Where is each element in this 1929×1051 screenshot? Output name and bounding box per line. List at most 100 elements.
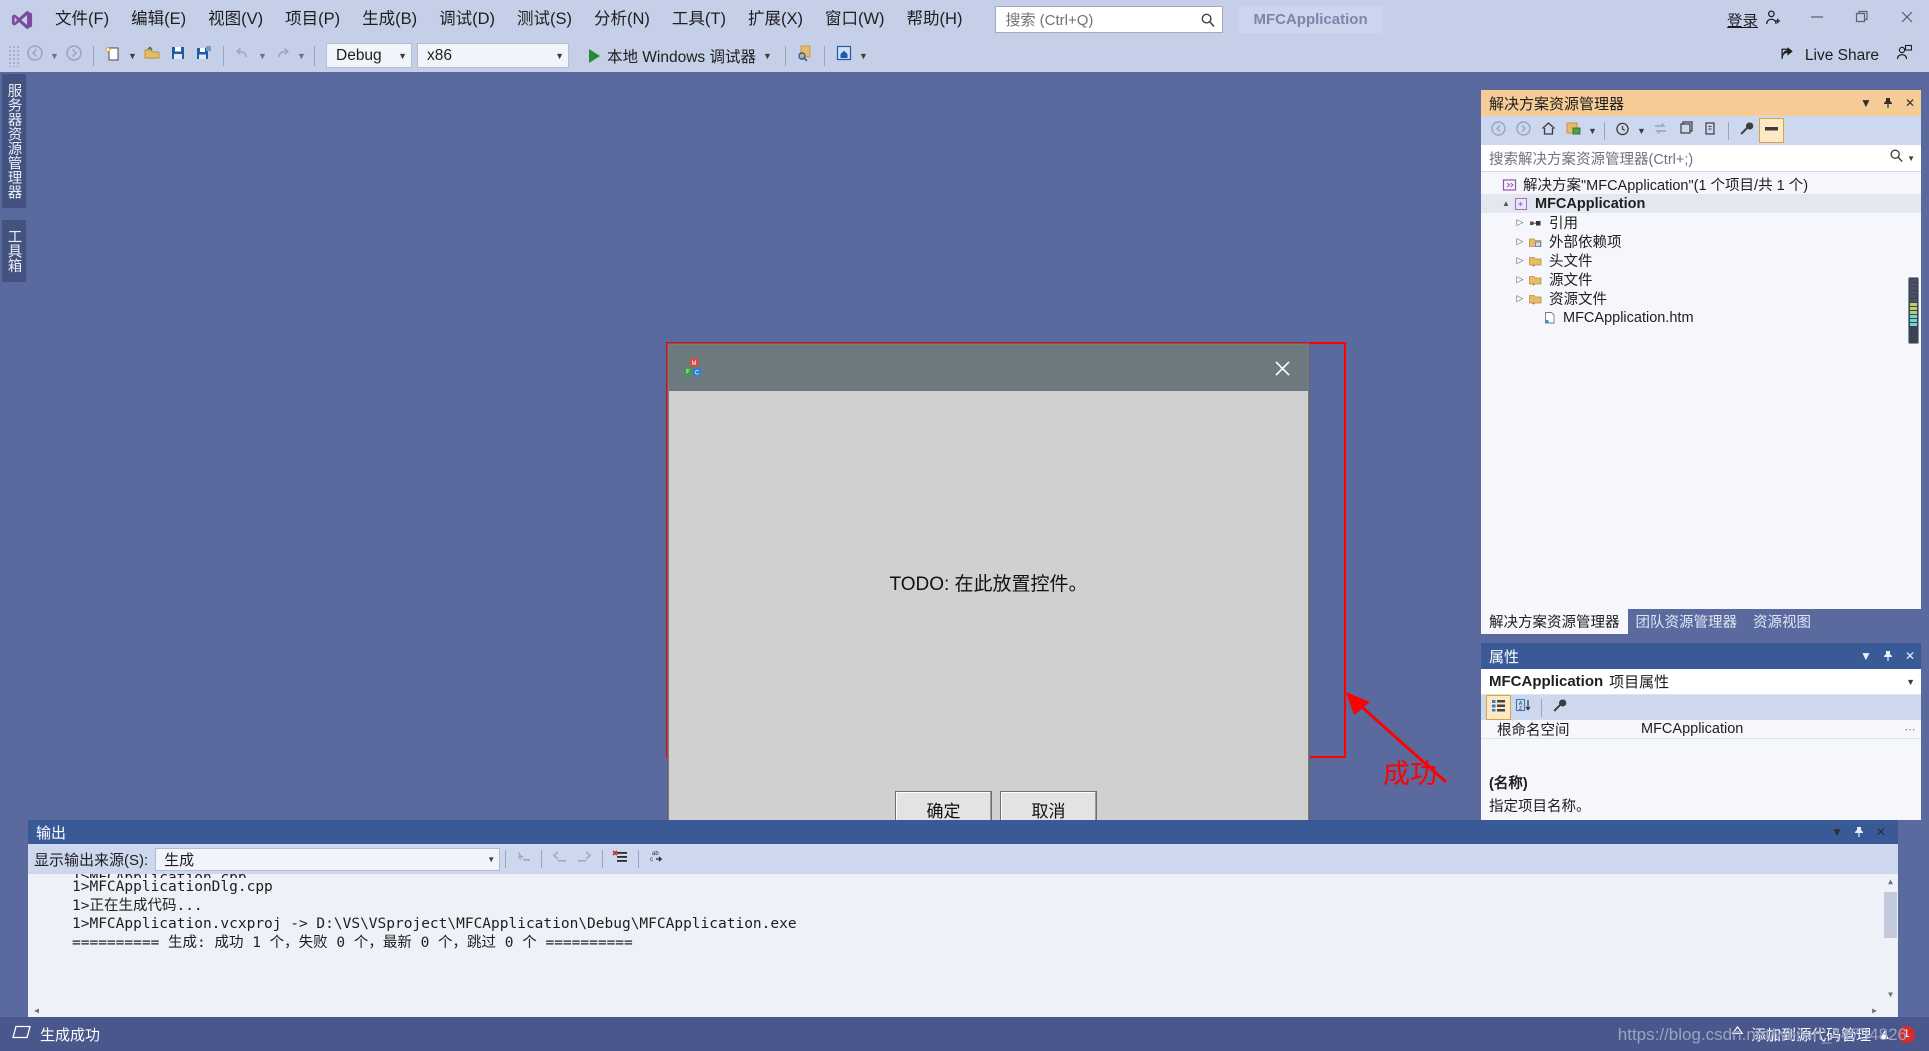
restore-button[interactable] <box>1839 0 1884 39</box>
output-vertical-scrollbar[interactable]: ▲ ▼ <box>1883 874 1898 1003</box>
tree-row-htm-file[interactable]: MFCApplication.htm <box>1481 308 1921 327</box>
toggle-word-wrap-button[interactable]: ab c <box>644 847 669 872</box>
pin-icon[interactable] <box>1877 643 1899 669</box>
menu-item-extensions[interactable]: 扩展(X) <box>737 0 814 39</box>
notifications-expander-icon[interactable]: ▲ <box>1877 1026 1892 1043</box>
tree-row-header-files[interactable]: ▷ 头文件 <box>1481 251 1921 270</box>
menu-item-analyze[interactable]: 分析(N) <box>583 0 661 39</box>
menu-item-project[interactable]: 项目(P) <box>274 0 351 39</box>
tree-twisty[interactable]: ▷ <box>1513 274 1527 285</box>
chevron-down-icon[interactable]: ▼ <box>1855 643 1877 669</box>
tree-row-references[interactable]: ▷ 引用 <box>1481 213 1921 232</box>
sign-in-button[interactable]: 登录 <box>1715 0 1794 39</box>
forward-button[interactable] <box>1511 118 1536 143</box>
menu-item-edit[interactable]: 编辑(E) <box>120 0 197 39</box>
save-button[interactable] <box>165 43 191 69</box>
solution-explorer-search-input[interactable]: 搜索解决方案资源管理器(Ctrl+;) ▼ <box>1481 145 1921 172</box>
menu-item-test[interactable]: 测试(S) <box>506 0 583 39</box>
pending-changes-button[interactable] <box>1561 118 1586 143</box>
menu-item-help[interactable]: 帮助(H) <box>896 0 974 39</box>
pending-history-button[interactable] <box>1610 118 1635 143</box>
clear-all-button[interactable] <box>608 847 633 872</box>
tree-twisty[interactable]: ▲ <box>1499 199 1513 208</box>
tab-solution-explorer[interactable]: 解决方案资源管理器 <box>1481 609 1628 634</box>
tree-twisty[interactable]: ▷ <box>1513 236 1527 247</box>
nav-forward-button[interactable] <box>61 43 87 69</box>
new-item-dropdown[interactable]: ▼ <box>126 43 139 69</box>
history-dropdown[interactable]: ▼ <box>1635 118 1648 144</box>
go-to-message-button[interactable] <box>511 847 536 872</box>
property-pages-button[interactable] <box>1547 695 1572 720</box>
tree-twisty[interactable]: ▷ <box>1513 255 1527 266</box>
undo-button[interactable] <box>230 43 256 69</box>
home-screen-button[interactable] <box>831 43 857 69</box>
minimize-button[interactable] <box>1794 0 1839 39</box>
alphabetical-sort-button[interactable]: AZ <box>1511 695 1536 720</box>
feedback-button[interactable] <box>1891 43 1917 69</box>
nav-back-button[interactable] <box>22 43 48 69</box>
vertical-tab-server-explorer[interactable]: 服务器资源管理器 <box>2 74 26 208</box>
toolbar-grip[interactable] <box>8 44 20 67</box>
tree-row-solution[interactable]: 解决方案"MFCApplication"(1 个项目/共 1 个) <box>1481 175 1921 194</box>
solution-tree-scrollbar[interactable] <box>1908 277 1919 344</box>
redo-button[interactable] <box>269 43 295 69</box>
search-input[interactable]: 搜索 (Ctrl+Q) <box>995 6 1224 33</box>
property-row[interactable]: 根命名空间 MFCApplication ⋯ <box>1481 720 1921 739</box>
tab-resource-view[interactable]: 资源视图 <box>1745 609 1819 634</box>
new-item-button[interactable] <box>100 43 126 69</box>
undo-dropdown[interactable]: ▼ <box>256 43 269 69</box>
tree-row-external-dependencies[interactable]: ▷ 外部依赖项 <box>1481 232 1921 251</box>
pending-changes-dropdown[interactable]: ▼ <box>1586 118 1599 144</box>
properties-button[interactable] <box>1734 118 1759 143</box>
previous-message-button[interactable] <box>547 847 572 872</box>
next-message-button[interactable] <box>572 847 597 872</box>
project-name-tab[interactable]: MFCApplication <box>1239 6 1382 33</box>
show-all-files-button[interactable] <box>1673 118 1698 143</box>
chevron-down-icon[interactable]: ▼ <box>1906 677 1915 687</box>
menu-item-view[interactable]: 视图(V) <box>197 0 274 39</box>
chevron-down-icon[interactable]: ▼ <box>1855 90 1877 116</box>
dialog-title-bar[interactable]: M F C <box>669 345 1308 391</box>
menu-item-build[interactable]: 生成(B) <box>351 0 428 39</box>
find-in-files-button[interactable] <box>792 43 818 69</box>
close-icon[interactable]: ✕ <box>1899 643 1921 669</box>
tree-twisty[interactable]: ▷ <box>1513 293 1527 304</box>
output-source-combo[interactable]: 生成 ▼ <box>155 847 501 871</box>
tab-team-explorer[interactable]: 团队资源管理器 <box>1628 609 1746 634</box>
sync-with-active-document-button[interactable] <box>1648 118 1673 143</box>
refresh-button[interactable] <box>1698 118 1723 143</box>
properties-object-selector[interactable]: MFCApplication 项目属性 ▼ <box>1481 669 1921 695</box>
tree-row-source-files[interactable]: ▷ 源文件 <box>1481 270 1921 289</box>
menu-item-debug[interactable]: 调试(D) <box>428 0 506 39</box>
start-debugging-button[interactable]: 本地 Windows 调试器 ▼ <box>579 42 779 70</box>
toolbar-overflow-button[interactable]: ▼ <box>857 43 870 69</box>
tree-row-project[interactable]: ▲ MFCApplication <box>1481 194 1921 213</box>
open-file-button[interactable] <box>139 43 165 69</box>
categorized-view-button[interactable] <box>1486 695 1511 720</box>
pin-icon[interactable] <box>1848 819 1870 845</box>
property-value[interactable]: MFCApplication <box>1641 721 1899 737</box>
close-button[interactable] <box>1884 0 1929 39</box>
close-icon[interactable]: ✕ <box>1899 90 1921 116</box>
search-dropdown-icon[interactable]: ▼ <box>1907 154 1915 163</box>
chevron-down-icon[interactable]: ▼ <box>1826 819 1848 845</box>
redo-dropdown[interactable]: ▼ <box>295 43 308 69</box>
scroll-down-icon[interactable]: ▼ <box>1883 987 1898 1003</box>
dialog-close-button[interactable] <box>1256 345 1308 391</box>
menu-item-tools[interactable]: 工具(T) <box>661 0 737 39</box>
home-button[interactable] <box>1536 118 1561 143</box>
vertical-tab-toolbox[interactable]: 工具箱 <box>2 220 26 282</box>
scrollbar-thumb[interactable] <box>1884 892 1897 938</box>
menu-item-window[interactable]: 窗口(W) <box>814 0 896 39</box>
notifications-badge[interactable]: 1 <box>1898 1025 1915 1043</box>
live-share-button[interactable]: Live Share <box>1768 39 1891 72</box>
platform-combo[interactable]: x86 ▼ <box>417 43 569 68</box>
configuration-combo[interactable]: Debug ▼ <box>326 43 412 68</box>
output-text-area[interactable]: 1>MFCApplication.cpp 1>MFCApplicationDlg… <box>28 874 1898 1020</box>
save-all-button[interactable] <box>191 43 217 69</box>
property-more-icon[interactable]: ⋯ <box>1899 723 1921 736</box>
source-control-label[interactable]: 添加到源代码管理 <box>1751 1024 1871 1045</box>
scroll-up-icon[interactable]: ▲ <box>1883 874 1898 890</box>
close-icon[interactable]: ✕ <box>1870 819 1892 845</box>
pin-icon[interactable] <box>1877 90 1899 116</box>
